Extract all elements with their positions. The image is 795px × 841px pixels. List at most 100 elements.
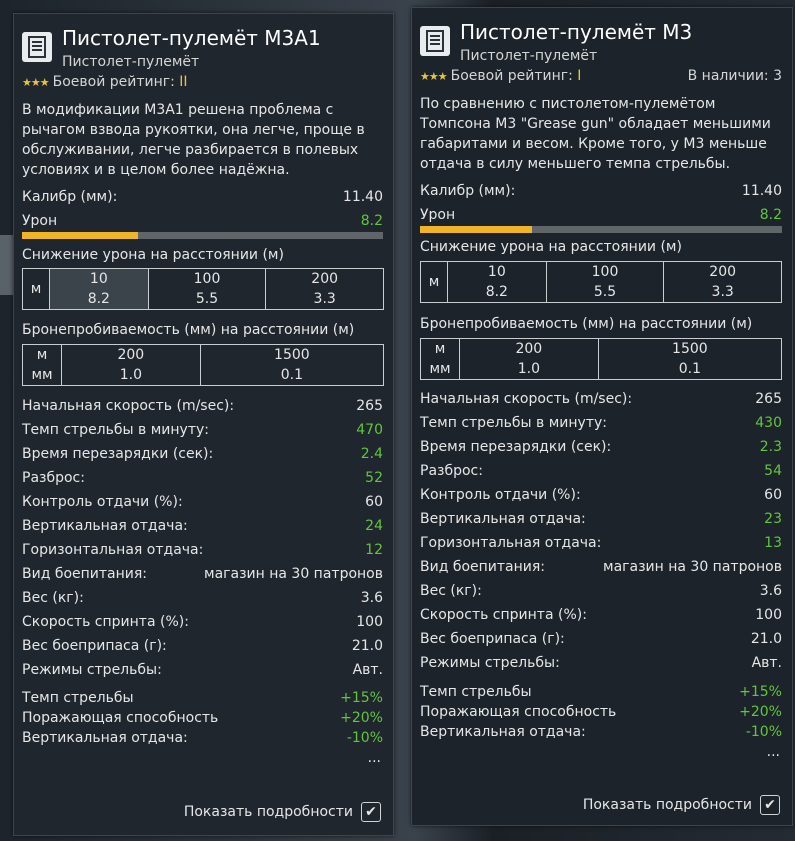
modifier-row: Поражающая способность +20% — [420, 702, 782, 722]
ellipsis: ... — [766, 744, 780, 760]
stat-label: Горизонтальная отдача: — [420, 535, 602, 551]
stat-label: Разброс: — [420, 463, 483, 479]
stat-label: Режимы стрельбы: — [420, 655, 560, 671]
penetration-table: м мм 200 1.0 1500 0.1 — [22, 344, 385, 386]
stat-row: Темп стрельбы в минуту: 470 — [22, 419, 383, 441]
falloff-value: 5.5 — [593, 284, 617, 300]
stat-label: Время перезарядки (сек): — [22, 446, 214, 462]
stat-row: Время перезарядки (сек): 2.3 — [420, 436, 782, 458]
weapon-card-m3a1: Пистолет-пулемёт M3A1 Пистолет-пулемёт ★… — [13, 13, 394, 836]
stat-label: Скорость спринта (%): — [420, 607, 587, 623]
stat-row: Режимы стрельбы: Авт. — [420, 652, 782, 674]
stat-row: Начальная скорость (m/sec): 265 — [22, 395, 383, 417]
damage-bar-fill — [420, 226, 533, 233]
falloff-unit: м — [22, 268, 50, 310]
battle-rating: ★★★ Боевой рейтинг: I — [420, 68, 581, 84]
stat-row: Режимы стрельбы: Авт. — [22, 659, 383, 681]
stat-damage: Урон 8.2 — [420, 207, 782, 223]
battle-rating: ★★★ Боевой рейтинг: II — [22, 74, 188, 90]
rating-value: II — [179, 74, 188, 90]
stat-row: Горизонтальная отдача: 12 — [22, 539, 383, 561]
falloff-distance: 100 — [193, 271, 221, 287]
stat-label: Вертикальная отдача: — [22, 518, 188, 534]
stat-row: Темп стрельбы в минуту: 430 — [420, 412, 782, 434]
penetration-heading: Бронепробиваемость (мм) на расстоянии (м… — [22, 322, 355, 338]
stat-value: 3.6 — [759, 583, 782, 599]
stat-row: Вертикальная отдача: 23 — [420, 508, 782, 530]
weapon-title: Пистолет-пулемёт M3 — [460, 20, 693, 44]
show-details-checkbox[interactable]: ✔ — [760, 795, 780, 815]
stat-label: Вид боепитания: — [22, 566, 148, 582]
stat-value: магазин на 30 патронов — [603, 559, 782, 575]
stat-value: 21.0 — [750, 631, 782, 647]
rating-value: I — [577, 68, 582, 84]
modifier-value: -10% — [346, 730, 383, 746]
falloff-heading: Снижение урона на расстоянии (м) — [420, 239, 682, 255]
stat-value: Авт. — [751, 655, 782, 671]
stat-label: Темп стрельбы в минуту: — [22, 422, 209, 438]
falloff-value: 8.2 — [87, 291, 110, 307]
stat-label: Начальная скорость (m/sec): — [22, 398, 235, 414]
stat-value: 100 — [356, 614, 383, 630]
stat-label: Контроль отдачи (%): — [22, 494, 183, 510]
stat-value: 2.3 — [759, 439, 782, 455]
falloff-distance: 10 — [89, 271, 108, 287]
show-details-checkbox[interactable]: ✔ — [361, 802, 381, 822]
pen-value: 0.1 — [678, 361, 701, 377]
show-details[interactable]: Показать подробности ✔ — [583, 795, 780, 815]
modifier-value: +20% — [739, 704, 782, 720]
stat-value: 265 — [356, 398, 383, 414]
document-icon — [420, 26, 450, 56]
pen-value: 1.0 — [517, 361, 540, 377]
stat-row: Скорость спринта (%): 100 — [420, 604, 782, 626]
falloff-distance: 100 — [591, 264, 619, 280]
modifier-label: Темп стрельбы — [22, 690, 134, 706]
pen-unit-mm: мм — [31, 367, 53, 383]
stat-row: Контроль отдачи (%): 60 — [22, 491, 383, 513]
stat-row: Разброс: 52 — [22, 467, 383, 489]
stat-label: Время перезарядки (сек): — [420, 439, 612, 455]
modifier-value: +20% — [340, 710, 383, 726]
modifier-row: Темп стрельбы +15% — [22, 688, 383, 708]
stat-value: магазин на 30 патронов — [204, 566, 383, 582]
stat-row: Начальная скорость (m/sec): 265 — [420, 388, 782, 410]
modifier-row: Вертикальная отдача: -10% — [420, 722, 782, 742]
damage-bar — [420, 226, 782, 233]
falloff-distance: 200 — [311, 271, 339, 287]
stat-row: Вид боепитания: магазин на 30 патронов — [420, 556, 782, 578]
weapon-description: По сравнению с пистолетом-пулемётом Томп… — [420, 96, 771, 172]
modifier-row: Вертикальная отдача: -10% — [22, 728, 383, 748]
stat-label: Вертикальная отдача: — [420, 511, 586, 527]
stat-row: Разброс: 54 — [420, 460, 782, 482]
falloff-value: 3.3 — [711, 284, 734, 300]
stat-row: Вес боеприпаса (г): 21.0 — [22, 635, 383, 657]
stat-value: 12 — [365, 542, 383, 558]
modifier-label: Поражающая способность — [22, 710, 219, 726]
stat-row: Вес боеприпаса (г): 21.0 — [420, 628, 782, 650]
stat-value: 430 — [755, 415, 782, 431]
stat-value: 265 — [755, 391, 782, 407]
stat-label: Вес боеприпаса (г): — [420, 631, 565, 647]
stars-icon: ★★★ — [420, 70, 448, 83]
ellipsis: ... — [367, 750, 381, 766]
stat-value: 100 — [755, 607, 782, 623]
stat-value: 2.4 — [360, 446, 383, 462]
stat-label: Вид боепитания: — [420, 559, 546, 575]
pen-unit-mm: мм — [429, 361, 451, 377]
pen-distance: 200 — [117, 347, 145, 363]
rating-label: Боевой рейтинг: — [52, 74, 175, 90]
stat-caliber: Калибр (мм): 11.40 — [22, 189, 383, 205]
stat-value: 54 — [764, 463, 782, 479]
stat-value: 60 — [365, 494, 383, 510]
damage-bar-fill — [22, 232, 138, 239]
show-details[interactable]: Показать подробности ✔ — [184, 802, 381, 822]
pen-distance: 1500 — [672, 341, 708, 357]
weapon-class: Пистолет-пулемёт — [460, 48, 598, 64]
show-details-label: Показать подробности — [582, 797, 752, 813]
weapon-title: Пистолет-пулемёт M3A1 — [62, 26, 321, 50]
falloff-unit: м — [420, 261, 448, 303]
damage-bar — [22, 232, 383, 239]
modifier-row: Поражающая способность +20% — [22, 708, 383, 728]
stat-label: Горизонтальная отдача: — [22, 542, 204, 558]
stat-label: Вес боеприпаса (г): — [22, 638, 167, 654]
